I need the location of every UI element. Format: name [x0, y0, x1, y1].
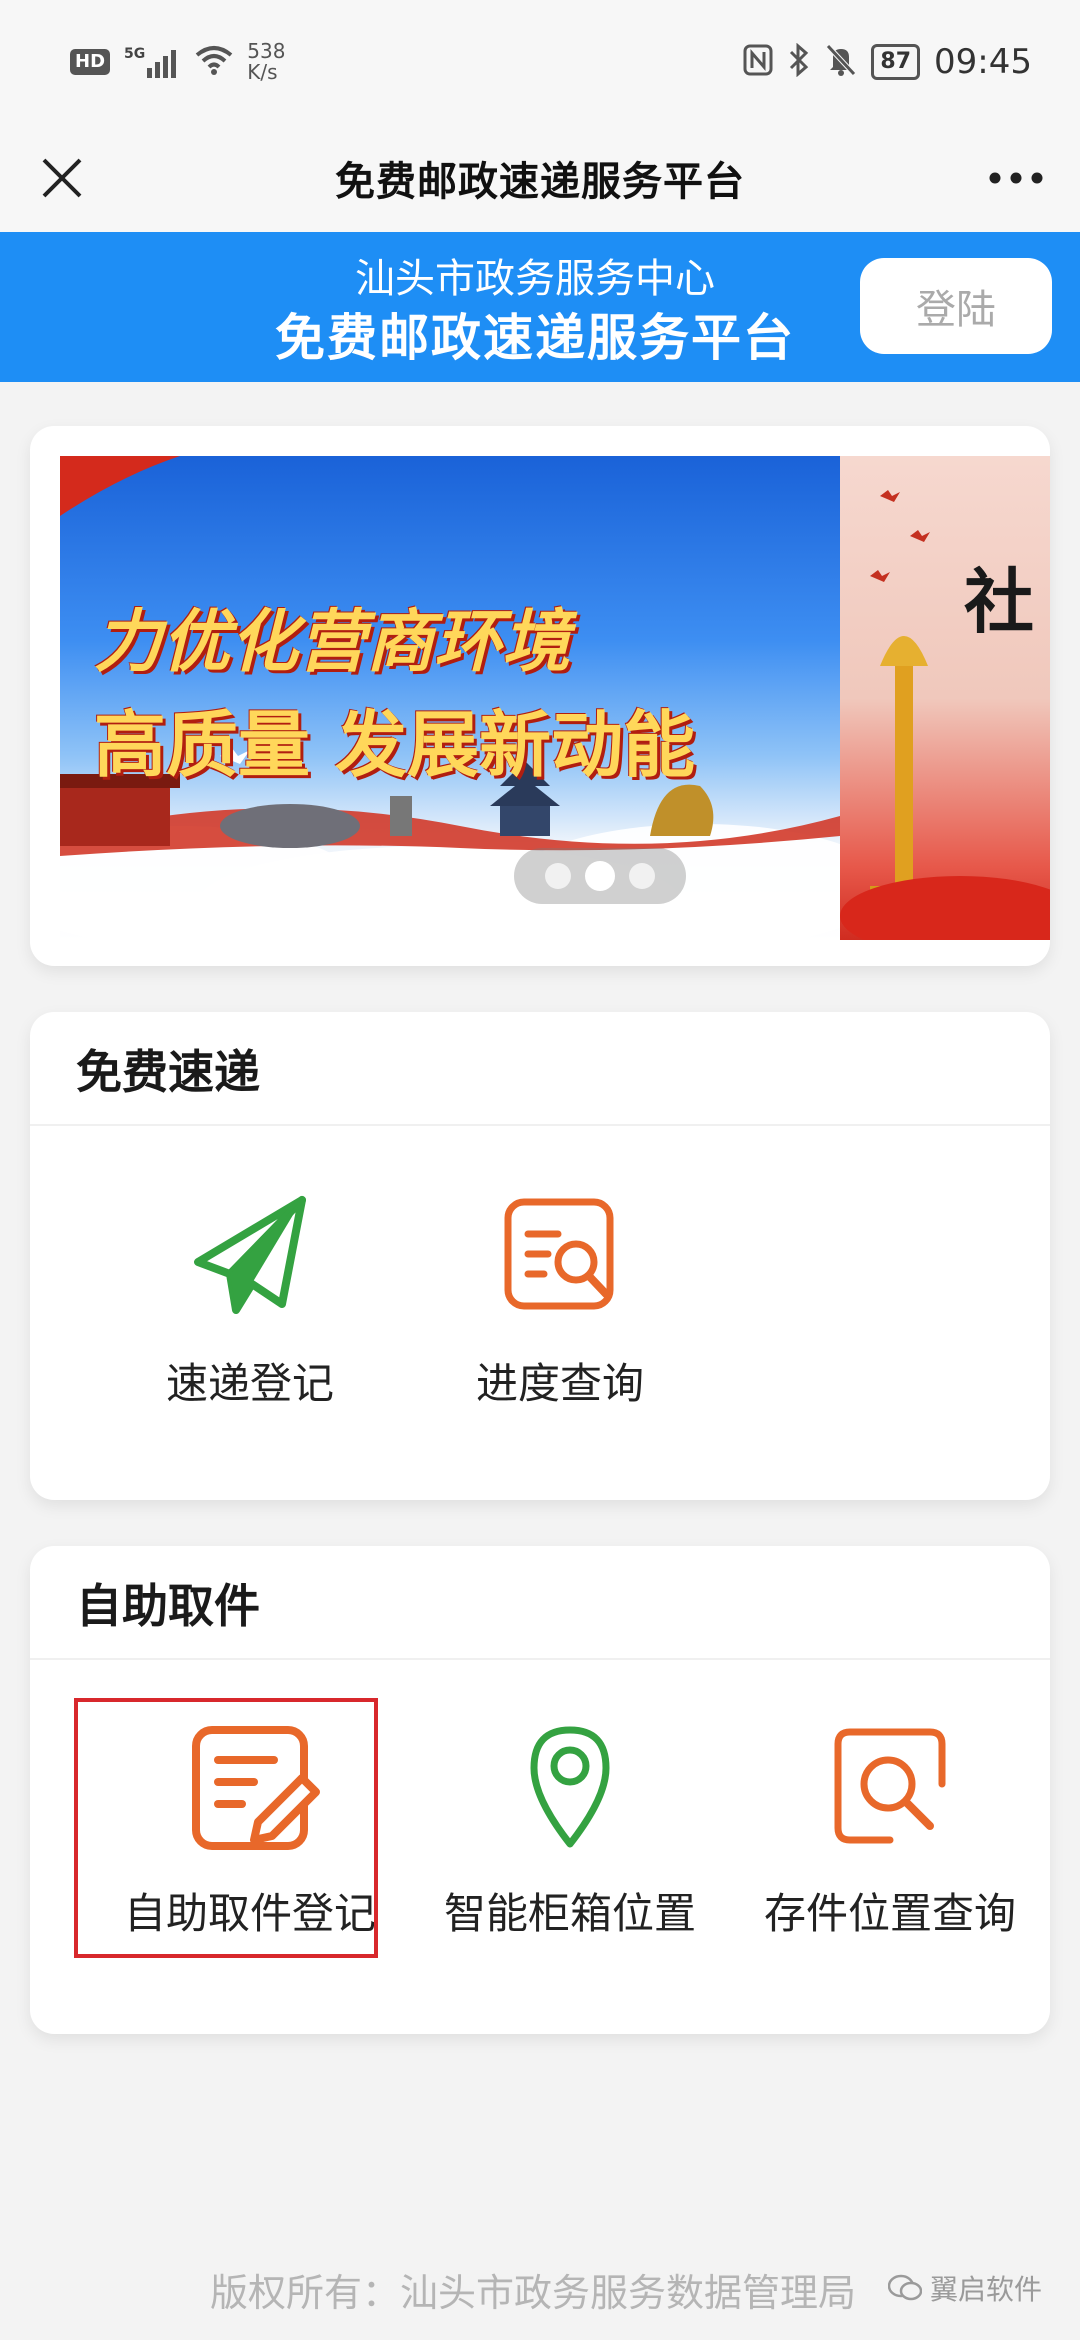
- battery-indicator: 87: [871, 44, 921, 80]
- close-icon: [42, 158, 82, 198]
- search-box-icon: [830, 1722, 950, 1852]
- banner-slogan-line2: 高质量 发展新动能: [94, 703, 696, 787]
- hd-badge: HD: [70, 49, 111, 75]
- section-divider: [30, 1658, 1050, 1660]
- smart-locker-location-label: 智能柜箱位置: [443, 1889, 696, 1938]
- carousel-dot-active[interactable]: [585, 861, 615, 891]
- section-title-free-delivery: 免费速递: [76, 1045, 260, 1099]
- status-right: 87 09:45: [743, 42, 1032, 82]
- watermark-text: 翼启软件: [930, 2273, 1043, 2306]
- storage-location-query-button[interactable]: 存件位置查询: [735, 1722, 1045, 1962]
- banner-card: 力优化营商环境 高质量 发展新动能 社: [30, 426, 1050, 966]
- speed-unit: K/s: [247, 60, 278, 84]
- carousel-indicator: [514, 848, 686, 904]
- document-search-icon: [500, 1192, 620, 1322]
- status-left: HD 5G 538 K/s: [70, 41, 285, 83]
- nfc-icon: [743, 44, 773, 80]
- progress-query-label: 进度查询: [475, 1359, 644, 1408]
- more-dots-icon: [989, 172, 1043, 184]
- location-pin-icon: [510, 1722, 630, 1852]
- storage-location-query-label: 存件位置查询: [763, 1889, 1016, 1938]
- carousel-dot[interactable]: [629, 863, 655, 889]
- close-button[interactable]: [30, 146, 94, 210]
- copyright-text: 版权所有：汕头市政务服务数据管理局: [210, 2271, 857, 2315]
- signal-label: 5G: [124, 46, 146, 62]
- section-divider: [30, 1124, 1050, 1126]
- wifi-icon: [195, 45, 233, 79]
- paper-plane-icon: [190, 1192, 310, 1322]
- banner-slide[interactable]: 力优化营商环境 高质量 发展新动能: [60, 456, 840, 940]
- wechat-icon: [888, 2274, 922, 2301]
- footer: 版权所有：汕头市政务服务数据管理局 翼启软件: [0, 2232, 1080, 2328]
- more-button[interactable]: [980, 146, 1052, 210]
- smart-locker-location-button[interactable]: 智能柜箱位置: [415, 1722, 725, 1962]
- bluetooth-icon: [787, 42, 811, 81]
- monument-image: [840, 490, 1050, 940]
- watermark: 翼启软件: [888, 2268, 1042, 2308]
- banner-next-slide[interactable]: 社: [840, 456, 1050, 940]
- network-speed: 538 K/s: [247, 41, 285, 83]
- title-bar: 免费邮政速递服务平台: [0, 124, 1080, 232]
- clock: 09:45: [934, 42, 1032, 82]
- progress-query-button[interactable]: 进度查询: [405, 1192, 715, 1432]
- highlight-annotation-box: [74, 1698, 378, 1958]
- banner-slogan-line1: 力优化营商环境: [94, 603, 571, 682]
- carousel-dot[interactable]: [545, 863, 571, 889]
- status-bar: HD 5G 538 K/s 87 09:45: [0, 0, 1080, 124]
- cellular-signal-icon: 5G: [124, 46, 181, 78]
- page-title: 免费邮政速递服务平台: [335, 159, 745, 205]
- free-delivery-card: 免费速递 速递登记 进度查询: [30, 1012, 1050, 1500]
- login-button[interactable]: 登陆: [860, 258, 1052, 354]
- portal-header: 汕头市政务服务中心 免费邮政速递服务平台 登陆: [0, 232, 1080, 382]
- express-register-button[interactable]: 速递登记: [95, 1192, 405, 1432]
- express-register-label: 速递登记: [165, 1359, 334, 1408]
- banner-side-text: 社: [964, 561, 1034, 643]
- section-title-self-pickup: 自助取件: [76, 1579, 260, 1633]
- mute-bell-icon: [825, 43, 857, 81]
